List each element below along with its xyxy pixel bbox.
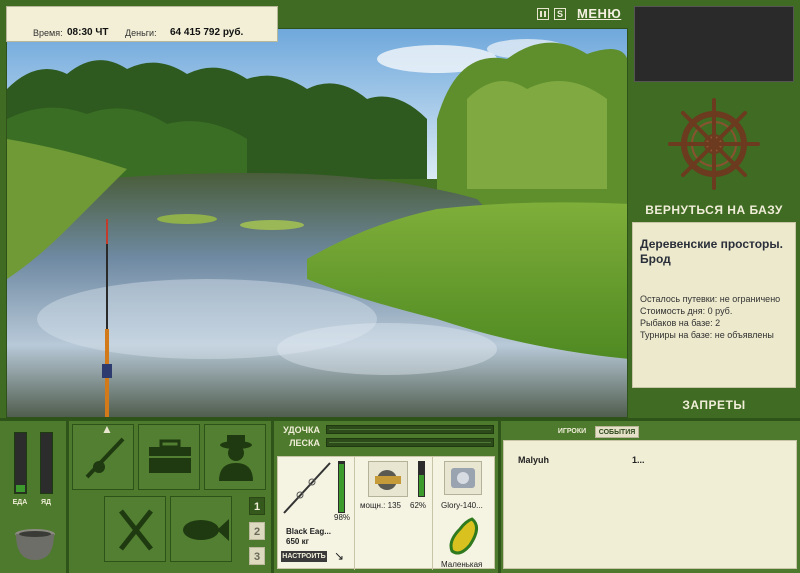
divider xyxy=(66,418,69,573)
cursor-arrow-icon: ▲ xyxy=(101,422,113,436)
cauldron-icon xyxy=(15,529,55,560)
info-day-cost: Стоимость дня: 0 руб. xyxy=(640,306,733,316)
divider xyxy=(271,418,274,573)
money-value: 64 415 792 руб. xyxy=(170,27,244,38)
return-to-base-label[interactable]: ВЕРНУТЬСЯ НА БАЗУ xyxy=(628,203,800,217)
rod-gauge-bar xyxy=(326,425,494,434)
food-meter-fill xyxy=(16,485,25,492)
info-fishers: Рыбаков на базе: 2 xyxy=(640,318,721,328)
rod-percent: 98% xyxy=(334,513,351,522)
status-bar: Время: 08:30 ЧТ Деньги: 64 415 792 руб. xyxy=(6,6,278,42)
line-gauge-bar xyxy=(326,438,494,447)
tab-players[interactable]: ИГРОКИ xyxy=(552,426,592,438)
divider xyxy=(0,418,800,421)
tool-tab-1[interactable]: 1 xyxy=(249,497,265,515)
line-gauge-label: ЛЕСКА xyxy=(289,438,320,448)
minimap-panel xyxy=(634,6,794,82)
game-scene[interactable] xyxy=(6,28,628,418)
divider xyxy=(498,418,501,573)
money-label: Деньги: xyxy=(125,28,157,38)
food-button[interactable] xyxy=(104,496,166,562)
player-name[interactable]: Malyuh xyxy=(518,455,549,465)
rod-slot[interactable] xyxy=(280,459,334,517)
fisherman-icon xyxy=(219,435,253,481)
events-panel: Malyuh 1... xyxy=(503,440,797,569)
menu-button[interactable]: МЕНЮ xyxy=(577,6,621,21)
reel-icon xyxy=(375,470,401,490)
setup-button[interactable]: НАСТРОИТЬ xyxy=(281,551,327,562)
location-panel: Деревенские просторы. Брод Осталось путе… xyxy=(632,222,796,388)
ship-wheel-icon xyxy=(668,98,760,190)
sound-button[interactable]: S xyxy=(554,8,566,20)
lure-slot[interactable] xyxy=(442,515,486,559)
time-label: Время: xyxy=(33,28,63,38)
rod-gauge-label: УДОЧКА xyxy=(283,425,320,435)
pause-button[interactable] xyxy=(537,8,549,20)
reel-power: мощн.: 135 xyxy=(360,501,401,510)
reel-percent: 62% xyxy=(410,501,427,510)
rod-condition-bar xyxy=(338,461,345,513)
tackle-box-button[interactable] xyxy=(138,424,200,490)
line-slot[interactable] xyxy=(444,461,482,495)
tool-tab-2[interactable]: 2 xyxy=(249,522,265,540)
lure-name: Маленькая xyxy=(441,560,483,569)
fish-catch-button[interactable] xyxy=(170,496,232,562)
gear-panel: 98% Black Eag... 650 кг НАСТРОИТЬ ↘ мощн… xyxy=(277,456,495,570)
rod-name: Black Eag... xyxy=(286,527,331,536)
food-meter xyxy=(14,432,27,494)
fishing-line-spool-icon xyxy=(451,468,475,488)
line-name: Glory-140... xyxy=(441,501,483,510)
reel-slot[interactable] xyxy=(368,461,408,497)
cauldron-button[interactable] xyxy=(10,514,60,566)
location-title: Деревенские просторы. Брод xyxy=(640,237,783,266)
tackle-box-icon xyxy=(149,439,191,473)
player-value: 1... xyxy=(632,455,645,465)
rod-weight: 650 кг xyxy=(286,537,309,546)
poison-meter xyxy=(40,432,53,494)
tab-events[interactable]: СОБЫТИЯ xyxy=(595,426,639,438)
reel-condition-bar xyxy=(418,461,425,497)
food-meter-label: ЕДА xyxy=(12,499,28,506)
location-info: Осталось путевки: не ограничено Стоимост… xyxy=(640,293,780,341)
time-value: 08:30 ЧТ xyxy=(67,27,109,38)
info-license: Осталось путевки: не ограничено xyxy=(640,294,781,304)
spoon-lure-icon xyxy=(449,517,478,555)
divider xyxy=(432,457,433,570)
info-tournaments: Турниры на базе: не объявлены xyxy=(640,330,774,340)
tool-tab-3[interactable]: 3 xyxy=(249,547,265,565)
expand-arrow-icon[interactable]: ↘ xyxy=(334,549,344,563)
fisherman-button[interactable] xyxy=(204,424,266,490)
return-to-base-button[interactable] xyxy=(628,88,800,200)
bans-button[interactable]: ЗАПРЕТЫ xyxy=(628,398,800,412)
knife-fork-icon xyxy=(119,509,153,551)
poison-meter-label: ЯД xyxy=(40,499,52,506)
fish-icon xyxy=(183,519,229,541)
divider xyxy=(354,457,355,570)
rod-icon xyxy=(283,462,331,514)
